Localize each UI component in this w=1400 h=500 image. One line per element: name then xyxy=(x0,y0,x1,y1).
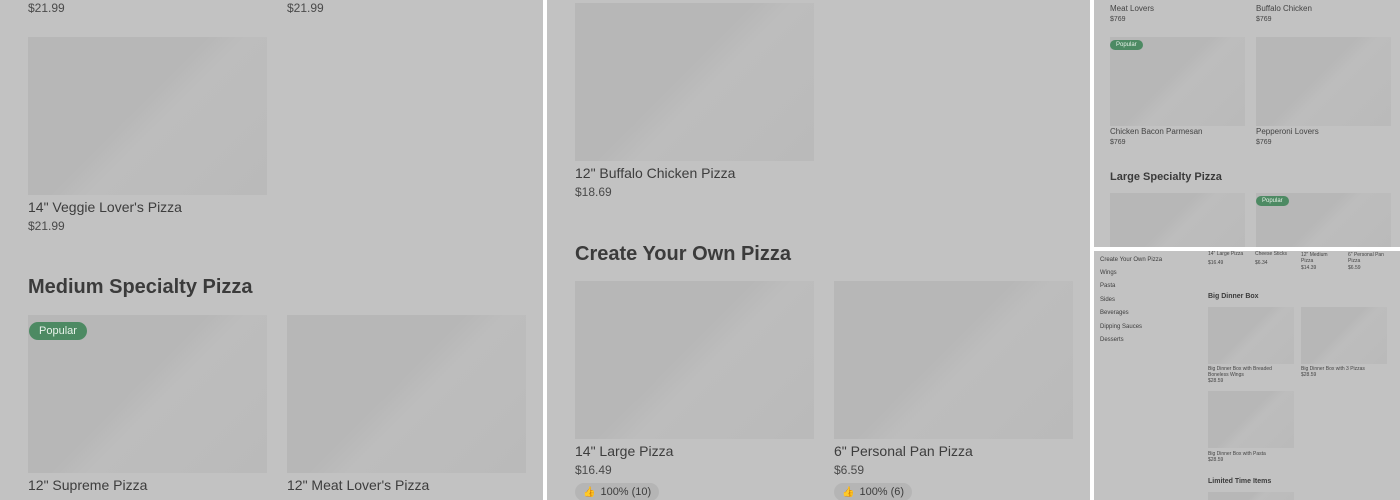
sidebar-item-desserts[interactable]: Desserts xyxy=(1100,337,1124,343)
item-title[interactable]: 6" Personal Pan Pizza xyxy=(1348,252,1388,264)
popular-badge: Popular xyxy=(1256,196,1289,206)
item-title[interactable]: 12" Medium Pizza xyxy=(1301,252,1335,264)
thumbs-up-icon: 👍 xyxy=(583,486,596,498)
popular-badge: Popular xyxy=(1110,40,1143,50)
item-image[interactable] xyxy=(834,281,1073,439)
item-title[interactable]: Big Dinner Box with Breaded Boneless Win… xyxy=(1208,366,1292,378)
section-heading: Limited Time Items xyxy=(1208,478,1272,485)
sidebar-item-dipping-sauces[interactable]: Dipping Sauces xyxy=(1100,324,1142,330)
sidebar-item-pasta[interactable]: Pasta xyxy=(1100,283,1115,289)
panel-medium-specialty: $21.99 $21.99 14" Veggie Lover's Pizza $… xyxy=(0,0,543,500)
section-heading: Medium Specialty Pizza xyxy=(28,276,253,298)
item-title[interactable]: 12" Buffalo Chicken Pizza xyxy=(575,165,735,181)
panel-big-dinner-box: Create Your Own Pizza Wings Pasta Sides … xyxy=(1094,251,1400,500)
section-heading: Large Specialty Pizza xyxy=(1110,171,1222,183)
item-price: $16.49 xyxy=(1208,260,1224,266)
item-image[interactable] xyxy=(1256,37,1391,126)
item-title[interactable]: 12" Meat Lover's Pizza xyxy=(287,477,429,493)
item-title[interactable]: Pepperoni Lovers xyxy=(1256,128,1319,136)
item-price: $6.59 xyxy=(834,463,865,477)
item-price: $769 xyxy=(1110,16,1126,23)
rating-text: 100% (10) xyxy=(600,486,652,498)
item-image[interactable] xyxy=(1301,307,1387,364)
item-title[interactable]: 14" Large Pizza xyxy=(575,443,673,459)
item-image[interactable] xyxy=(1110,37,1245,126)
item-price: $769 xyxy=(1256,16,1272,23)
item-price: $18.69 xyxy=(575,185,612,199)
sidebar-item-sides[interactable]: Sides xyxy=(1100,297,1115,303)
section-heading: Create Your Own Pizza xyxy=(575,243,791,265)
item-price: $21.99 xyxy=(28,219,65,233)
item-image[interactable] xyxy=(28,37,267,195)
thumbs-up-icon: 👍 xyxy=(842,486,855,498)
item-price: $6.59 xyxy=(1348,265,1361,271)
sidebar-item-beverages[interactable]: Beverages xyxy=(1100,310,1129,316)
panel-create-your-own: 12" Buffalo Chicken Pizza $18.69 Create … xyxy=(547,0,1090,500)
panel-large-specialty: Meat Lovers $769 Buffalo Chicken $769 Po… xyxy=(1094,0,1400,247)
item-price: $21.99 xyxy=(287,1,324,15)
item-price: $769 xyxy=(1256,139,1272,146)
item-title[interactable]: Meat Lovers xyxy=(1110,5,1154,13)
item-price: $28.59 xyxy=(1208,378,1224,384)
item-image[interactable] xyxy=(575,281,814,439)
item-title[interactable]: 14" Veggie Lover's Pizza xyxy=(28,199,182,215)
item-price: $769 xyxy=(1110,139,1126,146)
item-image[interactable] xyxy=(287,315,526,473)
item-image[interactable] xyxy=(1110,193,1245,247)
item-image[interactable] xyxy=(1208,492,1294,500)
section-heading: Big Dinner Box xyxy=(1208,293,1259,300)
item-price: $14.39 xyxy=(1301,265,1317,271)
item-title[interactable]: Cheese Sticks xyxy=(1255,252,1297,257)
item-image[interactable] xyxy=(575,3,814,161)
rating-badge: 👍 100% (10) xyxy=(575,483,660,500)
item-price: $6.34 xyxy=(1255,260,1268,266)
item-price: $28.59 xyxy=(1208,457,1224,463)
sidebar-item-create-your-own-pizza[interactable]: Create Your Own Pizza xyxy=(1100,257,1162,263)
sidebar-item-wings[interactable]: Wings xyxy=(1100,270,1117,276)
item-title[interactable]: Chicken Bacon Parmesan xyxy=(1110,128,1203,136)
item-title[interactable]: 6" Personal Pan Pizza xyxy=(834,443,973,459)
item-price: $28.59 xyxy=(1301,372,1317,378)
item-title[interactable]: 12" Supreme Pizza xyxy=(28,477,147,493)
item-price: $21.99 xyxy=(28,1,65,15)
rating-badge: 👍 100% (6) xyxy=(834,483,913,500)
item-title[interactable]: 14" Large Pizza xyxy=(1208,252,1250,257)
item-image[interactable] xyxy=(1208,391,1294,448)
rating-text: 100% (6) xyxy=(859,486,905,498)
item-image[interactable] xyxy=(1208,307,1294,364)
popular-badge: Popular xyxy=(29,322,87,340)
item-price: $16.49 xyxy=(575,463,612,477)
item-title[interactable]: Buffalo Chicken xyxy=(1256,5,1312,13)
